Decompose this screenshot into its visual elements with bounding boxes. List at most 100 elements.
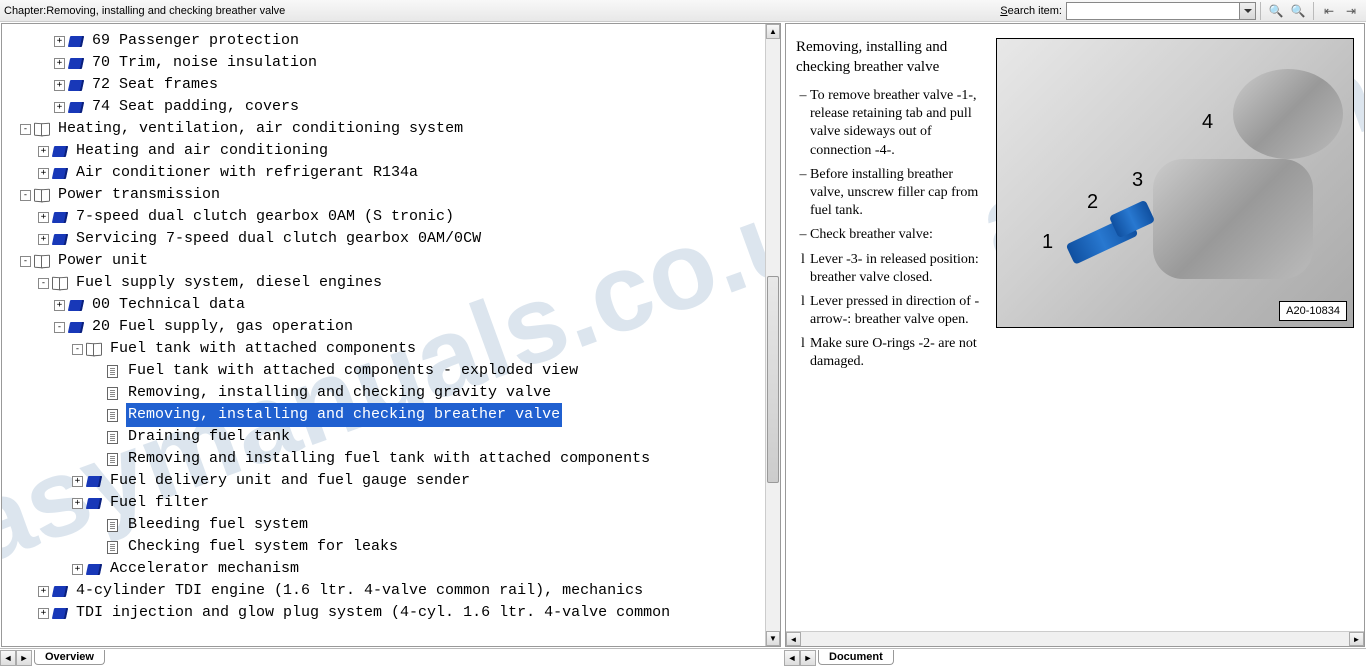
tree-node-label[interactable]: 72 Seat frames [90, 73, 220, 97]
expander-icon[interactable]: - [54, 322, 65, 333]
tree-node-label[interactable]: 69 Passenger protection [90, 29, 301, 53]
tree-node-label[interactable]: Fuel filter [108, 491, 211, 515]
tree-node[interactable]: +72 Seat frames [2, 74, 765, 96]
tree[interactable]: +69 Passenger protection+70 Trim, noise … [2, 30, 765, 624]
tree-node-label[interactable]: Bleeding fuel system [126, 513, 310, 537]
tree-node[interactable]: +4-cylinder TDI engine (1.6 ltr. 4-valve… [2, 580, 765, 602]
tree-node[interactable]: +70 Trim, noise insulation [2, 52, 765, 74]
tree-node[interactable]: + TDI injection and glow plug system (4-c… [2, 602, 765, 624]
search-combo[interactable] [1066, 2, 1256, 20]
tree-node-label[interactable]: Fuel supply system, diesel engines [74, 271, 384, 295]
expander-icon[interactable]: + [38, 146, 49, 157]
expander-icon[interactable]: + [38, 212, 49, 223]
expander-icon[interactable]: - [20, 124, 31, 135]
tree-node[interactable]: + Accelerator mechanism [2, 558, 765, 580]
tab-nav-right[interactable]: ► [800, 650, 816, 666]
tab-nav-right[interactable]: ► [16, 650, 32, 666]
document-icon [104, 430, 120, 444]
tree-node[interactable]: + Fuel filter [2, 492, 765, 514]
expander-icon[interactable]: + [72, 564, 83, 575]
nav-back-button[interactable]: ⇤ [1318, 2, 1340, 20]
tree-node[interactable]: +00 Technical data [2, 294, 765, 316]
scroll-up-button[interactable]: ▲ [766, 24, 780, 39]
tab-nav-left[interactable]: ◄ [0, 650, 16, 666]
tree-node-label[interactable]: Fuel tank with attached components - exp… [126, 359, 580, 383]
tree-node-label[interactable]: Power transmission [56, 183, 222, 207]
tree-node-label[interactable]: 7-speed dual clutch gearbox 0AM (S troni… [74, 205, 456, 229]
tree-node[interactable]: Draining fuel tank [2, 426, 765, 448]
tree-node[interactable]: Fuel tank with attached components - exp… [2, 360, 765, 382]
find-next-button[interactable]: 🔍 [1287, 2, 1309, 20]
expander-icon[interactable]: + [54, 102, 65, 113]
tree-node-label[interactable]: Power unit [56, 249, 150, 273]
expander-icon[interactable]: + [38, 608, 49, 619]
tree-node[interactable]: - Fuel tank with attached components [2, 338, 765, 360]
expander-icon[interactable]: + [38, 586, 49, 597]
tree-node-label[interactable]: Accelerator mechanism [108, 557, 301, 581]
tree-node-label[interactable]: Removing, installing and checking gravit… [126, 381, 553, 405]
tree-node[interactable]: Bleeding fuel system [2, 514, 765, 536]
expander-icon[interactable]: + [72, 476, 83, 487]
scroll-right-button[interactable]: ► [1349, 632, 1364, 646]
main-area: asymanuals.co.uk +69 Passenger protectio… [0, 22, 1366, 648]
tree-node[interactable]: Removing, installing and checking gravit… [2, 382, 765, 404]
tree-node[interactable]: Checking fuel system for leaks [2, 536, 765, 558]
tree-node[interactable]: + Air conditioner with refrigerant R134a [2, 162, 765, 184]
tree-node-label[interactable]: 20 Fuel supply, gas operation [90, 315, 355, 339]
tree-node-label[interactable]: Fuel delivery unit and fuel gauge sender [108, 469, 472, 493]
tree-node[interactable]: Removing and installing fuel tank with a… [2, 448, 765, 470]
tree-node[interactable]: - 20 Fuel supply, gas operation [2, 316, 765, 338]
expander-icon[interactable]: + [54, 36, 65, 47]
expander-icon[interactable]: - [20, 190, 31, 201]
tree-node[interactable]: - Power transmission [2, 184, 765, 206]
tree-node[interactable]: - Heating, ventilation, air conditioning … [2, 118, 765, 140]
tree-node[interactable]: +7-speed dual clutch gearbox 0AM (S tron… [2, 206, 765, 228]
tree-node[interactable]: + Fuel delivery unit and fuel gauge sende… [2, 470, 765, 492]
tree-node-label[interactable]: Removing, installing and checking breath… [126, 403, 562, 427]
tree-node-label[interactable]: Heating and air conditioning [74, 139, 330, 163]
tree-node-label[interactable]: Servicing 7-speed dual clutch gearbox 0A… [74, 227, 483, 251]
tree-node-label[interactable]: TDI injection and glow plug system (4-cy… [74, 601, 672, 625]
expander-icon[interactable]: + [38, 168, 49, 179]
tree-node-label[interactable]: Removing and installing fuel tank with a… [126, 447, 652, 471]
tree-node-label[interactable]: Draining fuel tank [126, 425, 292, 449]
tab-overview[interactable]: Overview [34, 650, 105, 665]
tree-node-label[interactable]: 70 Trim, noise insulation [90, 51, 319, 75]
tree-node[interactable]: + Heating and air conditioning [2, 140, 765, 162]
tree-node[interactable]: + Servicing 7-speed dual clutch gearbox 0… [2, 228, 765, 250]
tree-node-label[interactable]: 00 Technical data [90, 293, 247, 317]
scroll-thumb[interactable] [767, 276, 779, 483]
expander-icon[interactable]: - [38, 278, 49, 289]
expander-icon[interactable]: + [72, 498, 83, 509]
horizontal-scrollbar[interactable]: ◄ ► [786, 631, 1364, 646]
tree-node[interactable]: +74 Seat padding, covers [2, 96, 765, 118]
tree-node-label[interactable]: Checking fuel system for leaks [126, 535, 400, 559]
tab-document[interactable]: Document [818, 650, 894, 665]
tree-node[interactable]: - Fuel supply system, diesel engines [2, 272, 765, 294]
find-prev-button[interactable]: 🔍 [1265, 2, 1287, 20]
tree-node-label[interactable]: 74 Seat padding, covers [90, 95, 301, 119]
expander-icon[interactable]: - [72, 344, 83, 355]
expander-icon[interactable]: - [20, 256, 31, 267]
content-item-text: Lever -3- in released position: breather… [810, 251, 986, 287]
tab-nav-left[interactable]: ◄ [784, 650, 800, 666]
content-item-text: Make sure O-rings -2- are not damaged. [810, 335, 986, 371]
tree-node[interactable]: - Power unit [2, 250, 765, 272]
tree-node-label[interactable]: Heating, ventilation, air conditioning s… [56, 117, 465, 141]
expander-icon[interactable]: + [38, 234, 49, 245]
search-dropdown-button[interactable] [1239, 3, 1255, 19]
scroll-down-button[interactable]: ▼ [766, 631, 780, 646]
expander-icon[interactable]: + [54, 80, 65, 91]
expander-icon[interactable]: + [54, 58, 65, 69]
scroll-left-button[interactable]: ◄ [786, 632, 801, 646]
tree-node-label[interactable]: Air conditioner with refrigerant R134a [74, 161, 420, 185]
tree-node-label[interactable]: Fuel tank with attached components [108, 337, 418, 361]
tree-node[interactable]: Removing, installing and checking breath… [2, 404, 765, 426]
search-input[interactable] [1067, 3, 1239, 19]
tree-node[interactable]: +69 Passenger protection [2, 30, 765, 52]
nav-forward-button[interactable]: ⇥ [1340, 2, 1362, 20]
vertical-scrollbar[interactable]: ▲ ▼ [765, 24, 780, 646]
scroll-track[interactable] [766, 39, 780, 631]
tree-node-label[interactable]: 4-cylinder TDI engine (1.6 ltr. 4-valve … [74, 579, 645, 603]
expander-icon[interactable]: + [54, 300, 65, 311]
